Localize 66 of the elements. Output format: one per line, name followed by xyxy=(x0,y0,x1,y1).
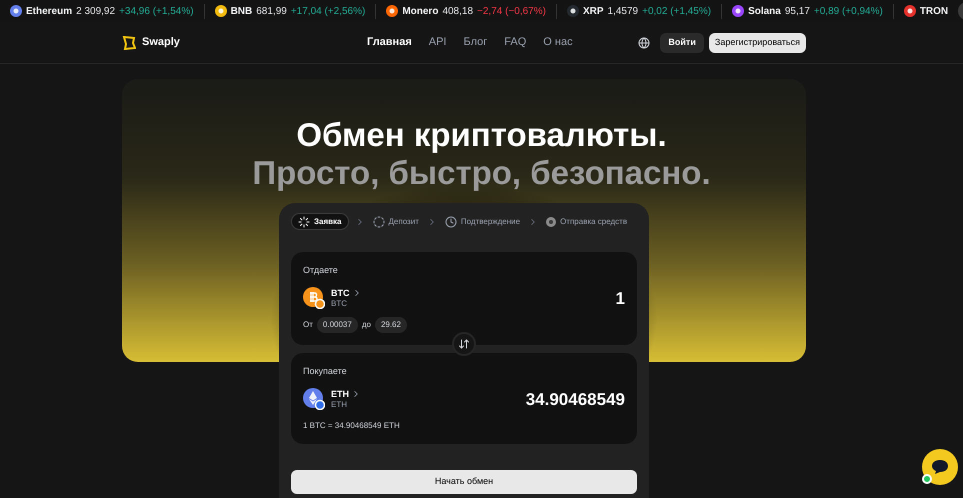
range-label: От xyxy=(303,319,313,331)
ticker-price: 1,4579 xyxy=(608,4,638,18)
ticker-name[interactable]: BNB xyxy=(230,4,252,18)
min-amount[interactable]: 0.00037 xyxy=(316,317,358,333)
ticker-change: −2,74 (−0,67%) xyxy=(477,4,546,18)
dashed-circle-icon xyxy=(372,216,384,228)
ticker-change: +0,02 (+1,45%) xyxy=(642,4,712,18)
coin-ticker[interactable]: BTC xyxy=(331,288,350,299)
ticker-name[interactable]: TRON xyxy=(920,4,948,18)
ticker-name[interactable]: XRP xyxy=(582,4,604,18)
coin-ticker[interactable]: ETH xyxy=(331,388,349,400)
step-tab[interactable]: Подтверждение xyxy=(442,213,522,230)
coin-icon xyxy=(904,5,916,17)
coin-icon xyxy=(386,5,398,17)
ticker-price: 681,99 xyxy=(256,4,287,18)
hero-subtitle: Просто, быстро, безопасно. xyxy=(252,154,711,192)
ticker-name[interactable]: Monero xyxy=(402,4,438,18)
network-label: BTC xyxy=(331,298,348,309)
ticker-price: 95,17 xyxy=(784,4,810,18)
swap-icon xyxy=(458,338,470,350)
login-button[interactable]: Войти xyxy=(660,32,704,52)
exchange-rate: 1 BTC = 34.90468549 ETH xyxy=(303,420,401,432)
network-label: ETH xyxy=(331,400,348,410)
step-tab[interactable]: Депозит xyxy=(370,213,421,230)
amount-field[interactable]: 1 xyxy=(425,286,625,311)
coin-icon xyxy=(732,5,744,17)
ethereum-icon xyxy=(303,388,325,410)
brand-name[interactable]: Swaply xyxy=(142,34,180,51)
chat-button[interactable] xyxy=(922,449,958,485)
step-tab[interactable]: Заявка xyxy=(291,213,348,230)
spinner-icon xyxy=(298,216,310,228)
register-button[interactable]: Зарегистрироваться xyxy=(708,32,806,52)
chat-bubble-icon xyxy=(931,459,949,475)
panel-label: Покупаете xyxy=(303,365,348,378)
ticker-name[interactable]: Ethereum xyxy=(26,4,72,18)
nav-link[interactable]: FAQ xyxy=(504,34,526,51)
ticker-change: +34,96 (+1,54%) xyxy=(119,4,194,18)
ticker-price: 2 309,92 xyxy=(76,4,116,18)
amount-field[interactable]: 34.90468549 xyxy=(425,386,625,412)
online-status-icon xyxy=(922,474,932,484)
ticker-name[interactable]: Solana xyxy=(748,4,781,18)
panel-label: Отдаете xyxy=(303,264,339,277)
step-label: Отправка средств xyxy=(560,216,628,228)
coin-icon xyxy=(546,216,556,226)
nav-link[interactable]: Блог xyxy=(463,34,488,51)
bitcoin-icon xyxy=(303,287,325,310)
step-label: Заявка xyxy=(314,216,342,228)
nav-link[interactable]: API xyxy=(428,34,446,51)
clock-icon xyxy=(444,216,457,228)
ticker-change: +0,89 (+0,94%) xyxy=(814,4,883,18)
ticker-change: +17,04 (+2,56%) xyxy=(290,4,366,18)
nav-link[interactable]: О нас xyxy=(543,34,573,51)
logo-icon xyxy=(122,36,136,50)
coin-icon xyxy=(566,5,579,17)
ticker-price: 408,18 xyxy=(442,4,474,18)
step-label: Депозит xyxy=(388,216,419,228)
start-exchange-button[interactable]: Начать обмен xyxy=(291,470,637,494)
max-amount[interactable]: 29.62 xyxy=(374,317,407,333)
step-tab[interactable]: Отправка средств xyxy=(544,213,630,230)
range-label: до xyxy=(362,319,371,331)
language-icon[interactable] xyxy=(638,36,650,48)
hero-title: Обмен криптовалюты. xyxy=(296,116,667,154)
coin-icon xyxy=(214,5,227,17)
step-label: Подтверждение xyxy=(460,216,520,228)
nav-link[interactable]: Главная xyxy=(367,34,412,51)
coin-icon xyxy=(10,5,22,17)
